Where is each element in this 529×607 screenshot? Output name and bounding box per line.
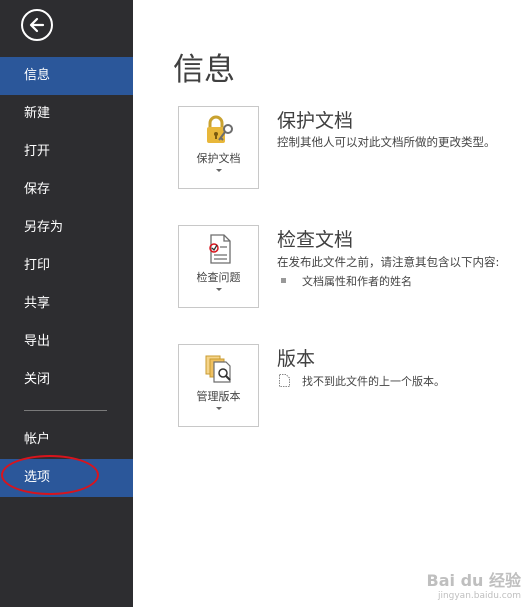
lock-key-icon [207, 115, 233, 143]
back-arrow-icon [29, 17, 45, 33]
checklist-icon [209, 234, 231, 264]
check-issues-button[interactable]: 检查问题 [178, 225, 259, 308]
inspect-document-heading: 检查文档 [277, 229, 354, 251]
check-issues-label: 检查问题 [196, 271, 241, 284]
nav-item-new[interactable]: 新建 [0, 95, 133, 133]
dropdown-caret-icon [216, 169, 222, 172]
back-button[interactable] [21, 9, 53, 41]
nav-item-account[interactable]: 帐户 [0, 421, 133, 459]
nav-item-close[interactable]: 关闭 [0, 361, 133, 399]
document-outline-icon [279, 374, 290, 387]
nav-item-options[interactable]: 选项 [0, 459, 133, 497]
protect-document-heading: 保护文档 [277, 110, 354, 132]
inspect-document-description: 在发布此文件之前，请注意其包含以下内容: [277, 255, 500, 269]
manage-versions-button[interactable]: 管理版本 [178, 344, 259, 427]
versions-heading: 版本 [277, 348, 316, 370]
nav-item-share[interactable]: 共享 [0, 285, 133, 323]
watermark-logo: Bai du 经验 [426, 571, 521, 590]
dropdown-caret-icon [216, 407, 222, 410]
nav-item-save-as[interactable]: 另存为 [0, 209, 133, 247]
versions-description: 找不到此文件的上一个版本。 [302, 375, 445, 388]
nav-item-print[interactable]: 打印 [0, 247, 133, 285]
protect-document-label: 保护文档 [196, 152, 241, 165]
baidu-watermark: Bai du 经验 jingyan.baidu.com [427, 567, 521, 601]
backstage-sidebar: 信息 新建 打开 保存 另存为 打印 共享 导出 关闭 帐户 选项 [0, 0, 133, 607]
nav-divider [24, 410, 107, 411]
versions-icon [205, 355, 231, 383]
inspect-bullet-item: 文档属性和作者的姓名 [302, 275, 412, 288]
nav-item-export[interactable]: 导出 [0, 323, 133, 361]
dropdown-caret-icon [216, 288, 222, 291]
nav-item-info[interactable]: 信息 [0, 57, 133, 95]
page-title: 信息 [173, 52, 235, 88]
manage-versions-label: 管理版本 [196, 390, 241, 403]
watermark-url: jingyan.baidu.com [437, 591, 521, 601]
bullet-square-icon [281, 278, 286, 283]
protect-document-description: 控制其他人可以对此文档所做的更改类型。 [277, 135, 496, 149]
nav-item-open[interactable]: 打开 [0, 133, 133, 171]
protect-document-button[interactable]: 保护文档 [178, 106, 259, 189]
nav-item-save[interactable]: 保存 [0, 171, 133, 209]
